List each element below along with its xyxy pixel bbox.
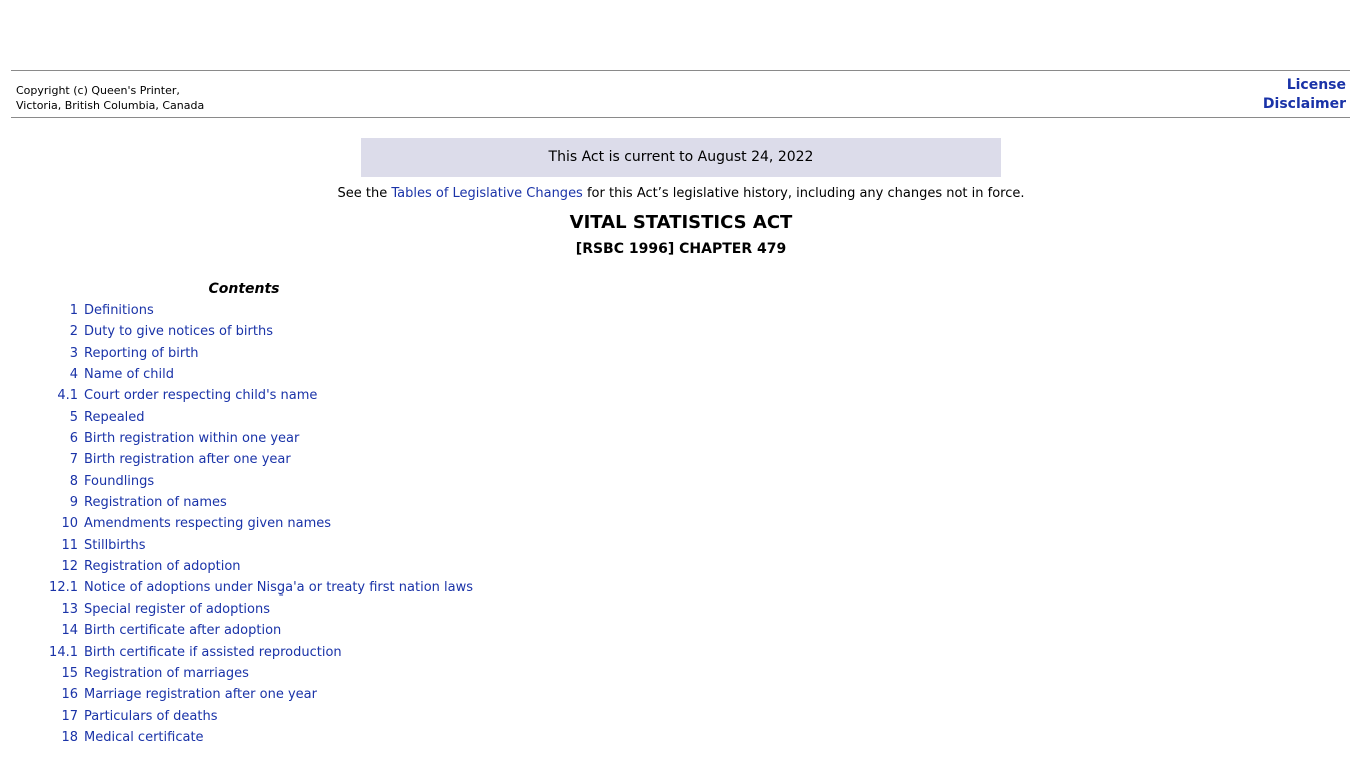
toc-section-number-link[interactable]: 2	[0, 322, 78, 342]
license-link[interactable]: License	[1263, 76, 1346, 95]
copyright-line-2: Victoria, British Columbia, Canada	[16, 99, 205, 112]
toc-section-title-link[interactable]: Notice of adoptions under Nisg̱a'a or tr…	[84, 578, 473, 598]
toc-section-number-link[interactable]: 5	[0, 408, 78, 428]
toc-section-number-link[interactable]: 3	[0, 344, 78, 364]
toc-section-number-link[interactable]: 1	[0, 301, 78, 321]
toc-section-number-link[interactable]: 15	[0, 664, 78, 684]
toc-section-number-link[interactable]: 16	[0, 685, 78, 705]
toc-item: 1 Definitions	[0, 301, 473, 322]
toc-section-number-link[interactable]: 8	[0, 472, 78, 492]
toc-item: 10 Amendments respecting given names	[0, 514, 473, 535]
act-chapter: [RSBC 1996] CHAPTER 479	[575, 241, 787, 257]
tables-of-legislative-changes-link[interactable]: Tables of Legislative Changes	[391, 186, 583, 201]
toc-item: 14.1 Birth certificate if assisted reprod…	[0, 643, 473, 664]
toc-section-title-link[interactable]: Special register of adoptions	[84, 600, 270, 620]
legislative-note-prefix: See the	[337, 186, 392, 201]
toc-section-title-link[interactable]: Duty to give notices of births	[84, 322, 273, 342]
toc-section-number-link[interactable]: 10	[0, 514, 78, 534]
copyright-notice: Copyright (c) Queen's Printer, Victoria,…	[16, 83, 204, 113]
toc-section-number-link[interactable]: 4.1	[0, 386, 78, 406]
act-title: VITAL STATISTICS ACT	[569, 212, 793, 233]
toc-item: 12.1 Notice of adoptions under Nisg̱a'a o…	[0, 578, 473, 599]
toc-item: 7 Birth registration after one year	[0, 450, 473, 471]
toc-section-title-link[interactable]: Name of child	[84, 365, 174, 385]
toc-item: 17 Particulars of deaths	[0, 707, 473, 728]
disclaimer-link[interactable]: Disclaimer	[1263, 95, 1346, 114]
toc-section-title-link[interactable]: Registration of adoption	[84, 557, 241, 577]
toc-item: 15 Registration of marriages	[0, 664, 473, 685]
toc-section-title-link[interactable]: Birth registration within one year	[84, 429, 299, 449]
copyright-line-1: Copyright (c) Queen's Printer,	[16, 84, 180, 97]
toc-section-number-link[interactable]: 6	[0, 429, 78, 449]
toc-section-title-link[interactable]: Court order respecting child's name	[84, 386, 317, 406]
toc-section-number-link[interactable]: 12	[0, 557, 78, 577]
toc-section-number-link[interactable]: 7	[0, 450, 78, 470]
toc-section-title-link[interactable]: Reporting of birth	[84, 344, 199, 364]
toc-section-number-link[interactable]: 11	[0, 536, 78, 556]
toc-section-number-link[interactable]: 17	[0, 707, 78, 727]
toc-section-title-link[interactable]: Medical certificate	[84, 728, 204, 748]
toc-section-title-link[interactable]: Registration of names	[84, 493, 227, 513]
toc-section-title-link[interactable]: Registration of marriages	[84, 664, 249, 684]
toc-section-number-link[interactable]: 18	[0, 728, 78, 748]
toc-item: 4.1 Court order respecting child's name	[0, 386, 473, 407]
toc-section-number-link[interactable]: 4	[0, 365, 78, 385]
header-bar: Copyright (c) Queen's Printer, Victoria,…	[11, 70, 1350, 118]
legislative-history-note: See the Tables of Legislative Changes fo…	[0, 185, 1362, 203]
currency-banner: This Act is current to August 24, 2022	[361, 138, 1001, 177]
toc-item: 2 Duty to give notices of births	[0, 322, 473, 343]
toc-section-title-link[interactable]: Birth registration after one year	[84, 450, 291, 470]
toc-item: 4 Name of child	[0, 365, 473, 386]
toc-section-title-link[interactable]: Repealed	[84, 408, 145, 428]
page: Copyright (c) Queen's Printer, Victoria,…	[0, 0, 1366, 768]
toc-section-title-link[interactable]: Birth certificate after adoption	[84, 621, 281, 641]
toc-section-number-link[interactable]: 12.1	[0, 578, 78, 598]
toc-section-number-link[interactable]: 9	[0, 493, 78, 513]
toc-section-number-link[interactable]: 14.1	[0, 643, 78, 663]
toc-section-title-link[interactable]: Marriage registration after one year	[84, 685, 317, 705]
toc-item: 8 Foundlings	[0, 472, 473, 493]
toc-item: 13 Special register of adoptions	[0, 600, 473, 621]
toc-section-title-link[interactable]: Foundlings	[84, 472, 154, 492]
toc-section-number-link[interactable]: 14	[0, 621, 78, 641]
toc-section-title-link[interactable]: Birth certificate if assisted reproducti…	[84, 643, 342, 663]
toc-item: 18 Medical certificate	[0, 728, 473, 749]
toc-item: 12 Registration of adoption	[0, 557, 473, 578]
toc-item: 11 Stillbirths	[0, 536, 473, 557]
toc-item: 16 Marriage registration after one year	[0, 685, 473, 706]
toc-item: 3 Reporting of birth	[0, 344, 473, 365]
toc-section-title-link[interactable]: Amendments respecting given names	[84, 514, 331, 534]
table-of-contents: 1 Definitions 2 Duty to give notices of bir…	[0, 301, 473, 749]
toc-item: 14 Birth certificate after adoption	[0, 621, 473, 642]
toc-item: 5 Repealed	[0, 408, 473, 429]
toc-item: 6 Birth registration within one year	[0, 429, 473, 450]
legislative-note-suffix: for this Act’s legislative history, incl…	[582, 186, 1025, 201]
toc-section-title-link[interactable]: Particulars of deaths	[84, 707, 217, 727]
toc-section-number-link[interactable]: 13	[0, 600, 78, 620]
toc-section-title-link[interactable]: Stillbirths	[84, 536, 146, 556]
toc-item: 9 Registration of names	[0, 493, 473, 514]
contents-heading: Contents	[208, 281, 280, 297]
toc-section-title-link[interactable]: Definitions	[84, 301, 154, 321]
header-links: License Disclaimer	[1263, 76, 1346, 114]
